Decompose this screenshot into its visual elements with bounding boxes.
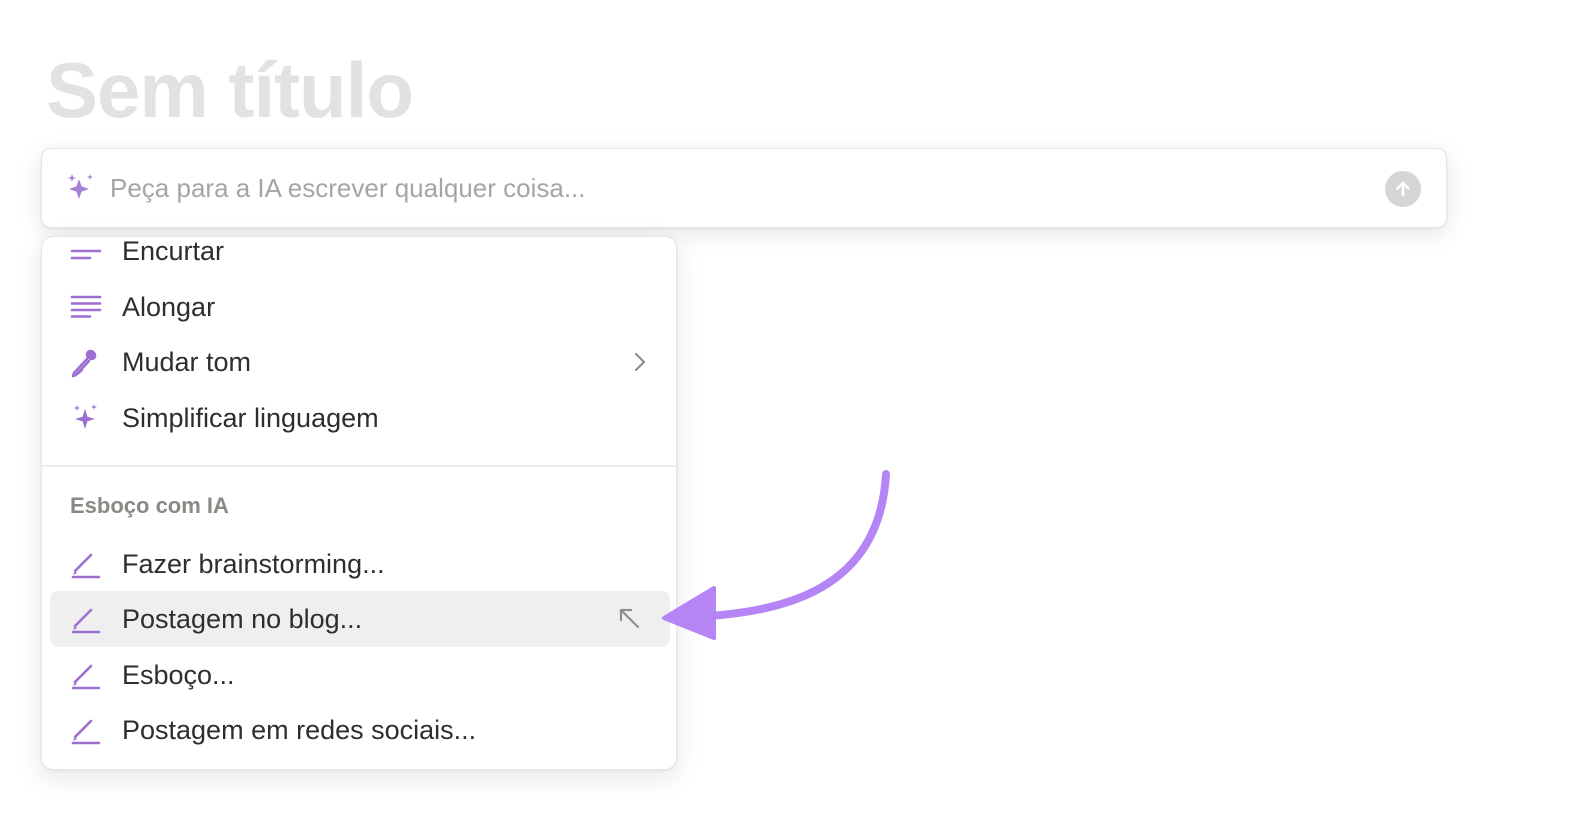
menu-item-shorten[interactable]: Encurtar — [50, 236, 670, 279]
microphone-icon — [71, 349, 97, 378]
sparkles-icon — [74, 404, 97, 429]
annotation-arrow — [662, 470, 890, 640]
submit-button[interactable] — [1385, 171, 1421, 207]
shorten-lines-icon — [70, 249, 102, 260]
menu-item-social-post[interactable]: Postagem em redes sociais... — [50, 702, 670, 758]
sparkles-icon — [68, 174, 93, 199]
menu-divider — [42, 465, 676, 467]
pen-icon — [71, 608, 101, 634]
menu-item-label: Simplificar linguagem — [122, 403, 379, 433]
ai-prompt-input[interactable] — [110, 167, 1360, 209]
menu-item-change-tone[interactable]: Mudar tom — [50, 334, 670, 390]
pen-icon — [71, 719, 101, 745]
menu-item-label: Encurtar — [122, 236, 225, 266]
chevron-right-icon — [634, 352, 646, 372]
lengthen-lines-icon — [70, 295, 102, 318]
pen-icon — [71, 664, 101, 690]
section-header-draft: Esboço com IA — [70, 493, 229, 518]
menu-item-label: Postagem no blog... — [122, 604, 363, 634]
arrow-up-icon — [1396, 181, 1410, 197]
ai-prompt-bar — [41, 148, 1447, 228]
menu-item-simplify[interactable]: Simplificar linguagem — [50, 390, 670, 446]
menu-item-label: Esboço... — [122, 660, 235, 690]
menu-item-brainstorm[interactable]: Fazer brainstorming... — [50, 536, 670, 592]
menu-item-label: Fazer brainstorming... — [122, 549, 385, 579]
pen-icon — [71, 553, 101, 579]
menu-item-label: Postagem em redes sociais... — [122, 715, 477, 745]
menu-item-blog-post[interactable]: Postagem no blog... — [50, 591, 670, 647]
ai-command-menu: Encurtar Alongar Mudar tom Simplificar l… — [41, 236, 677, 770]
page-title[interactable]: Sem título — [46, 44, 414, 136]
page: Sem título Encurtar Alongar — [0, 0, 1580, 818]
menu-item-label: Mudar tom — [122, 347, 252, 377]
menu-item-outline[interactable]: Esboço... — [50, 647, 670, 703]
menu-item-lengthen[interactable]: Alongar — [50, 279, 670, 335]
enter-arrow-icon — [619, 608, 640, 629]
menu-item-label: Alongar — [122, 292, 216, 322]
